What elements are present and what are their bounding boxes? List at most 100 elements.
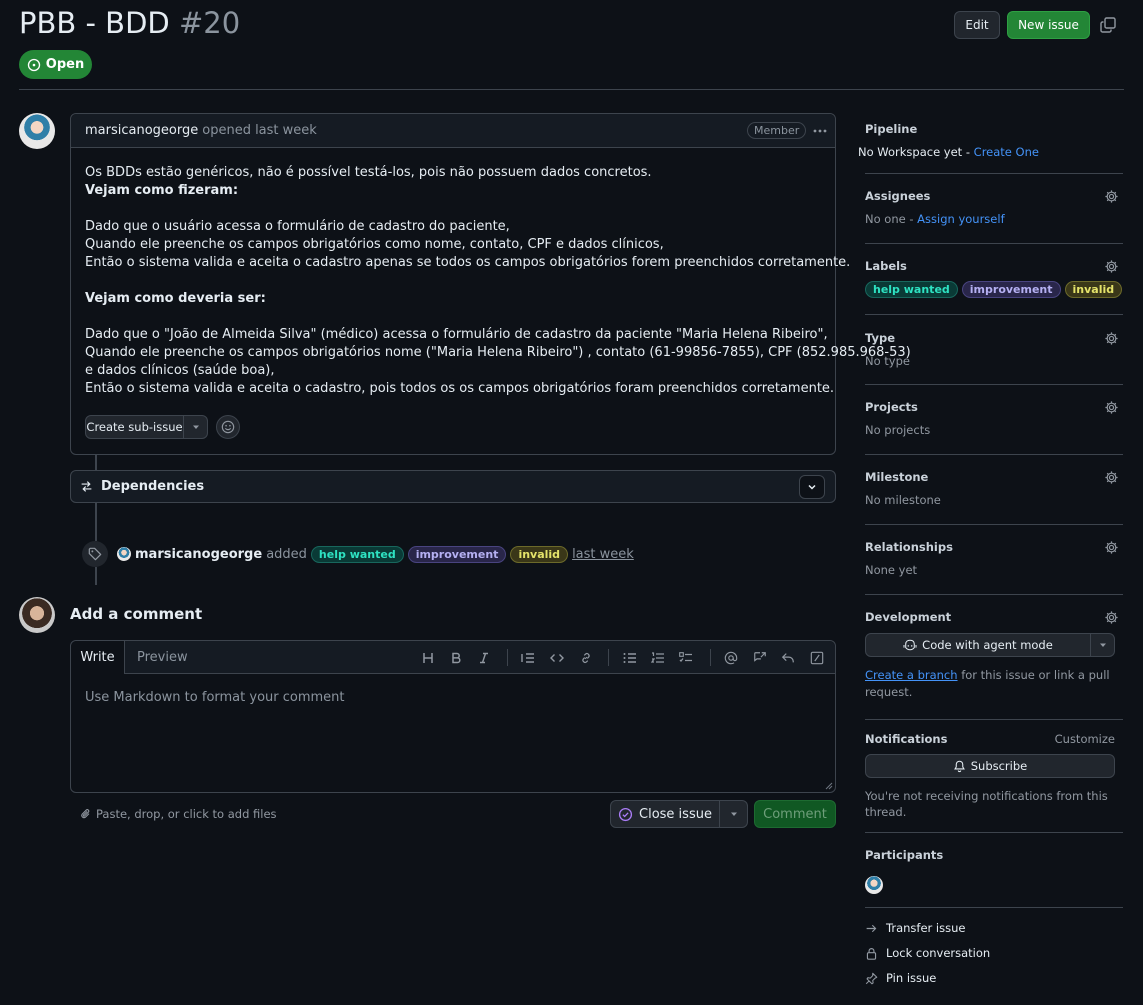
attach-files[interactable]: Paste, drop, or click to add files (80, 807, 277, 821)
create-branch-link[interactable]: Create a branch (865, 668, 958, 682)
sidebar-labels-title[interactable]: Labels (865, 259, 1123, 273)
status-badge-label: Open (45, 57, 85, 72)
dependencies-panel[interactable]: Dependencies (70, 470, 836, 503)
label-improvement[interactable]: improvement (407, 545, 507, 563)
tab-preview[interactable]: Preview (137, 641, 188, 674)
copy-icon[interactable] (1100, 17, 1116, 33)
sidebar-projects-title[interactable]: Projects (865, 400, 1123, 414)
quote-icon[interactable] (520, 650, 536, 666)
transfer-issue-link[interactable]: Transfer issue (865, 921, 965, 935)
sidebar-divider (865, 454, 1123, 455)
avatar[interactable] (19, 597, 55, 633)
label-invalid[interactable]: invalid (1064, 281, 1123, 298)
sidebar-labels: Labels help wanted improvement invalid (865, 259, 1123, 298)
timeline-line (95, 567, 97, 585)
sidebar-projects-value: No projects (865, 423, 931, 437)
sidebar-divider (865, 594, 1123, 595)
sidebar-type-title[interactable]: Type (865, 331, 1123, 345)
bold-icon[interactable] (448, 650, 464, 666)
slash-command-icon[interactable] (809, 650, 825, 666)
attach-files-label: Paste, drop, or click to add files (96, 807, 277, 821)
sidebar-divider (865, 384, 1123, 385)
subscribe-button[interactable]: Subscribe (865, 754, 1115, 778)
event-time[interactable]: last week (572, 547, 634, 562)
label-invalid[interactable]: invalid (510, 545, 569, 563)
close-issue-button[interactable]: Close issue (610, 800, 720, 828)
toolbar-divider (608, 649, 609, 666)
lock-icon (865, 947, 878, 960)
label-improvement[interactable]: improvement (961, 281, 1061, 298)
chevron-down-icon[interactable] (799, 475, 825, 499)
gear-icon[interactable] (1104, 189, 1119, 204)
add-comment-heading: Add a comment (70, 605, 203, 623)
avatar[interactable] (865, 876, 883, 894)
sidebar-divider (865, 314, 1123, 315)
gear-icon[interactable] (1104, 470, 1119, 485)
unordered-list-icon[interactable] (622, 650, 638, 666)
comment-author[interactable]: marsicanogeorge (85, 123, 198, 138)
gear-icon[interactable] (1104, 540, 1119, 555)
tab-write[interactable]: Write (71, 641, 125, 674)
avatar[interactable] (19, 113, 55, 149)
body-line: Dado que o usuário acessa o formulário d… (85, 219, 510, 234)
triangle-down-icon[interactable] (720, 800, 748, 828)
pin-issue-label: Pin issue (886, 971, 937, 985)
triangle-down-icon[interactable] (184, 415, 208, 439)
code-with-agent-button[interactable]: Code with agent mode (865, 633, 1091, 657)
label-event: marsicanogeorge added help wanted improv… (82, 541, 634, 567)
mention-icon[interactable] (723, 650, 739, 666)
role-badge: Member (747, 122, 807, 139)
pin-issue-link[interactable]: Pin issue (865, 971, 936, 985)
sidebar-milestone-title[interactable]: Milestone (865, 470, 1123, 484)
editor-tabs: Write Preview (71, 641, 835, 674)
issue-title-text: PBB - BDD (19, 6, 170, 40)
ordered-list-icon[interactable] (650, 650, 666, 666)
smiley-icon[interactable] (216, 415, 240, 439)
development-note-text-2: request. (865, 685, 913, 699)
comment-meta[interactable]: opened last week (202, 123, 317, 138)
body-line: Então o sistema valida e aceita o cadast… (85, 255, 851, 270)
event-actor[interactable]: marsicanogeorge (135, 547, 262, 562)
gear-icon[interactable] (1104, 610, 1119, 625)
issue-comment: marsicanogeorge opened last week Member … (70, 113, 911, 455)
cross-reference-icon[interactable] (752, 650, 768, 666)
create-sub-issue-group: Create sub-issue (85, 415, 208, 439)
kebab-icon[interactable] (812, 124, 828, 138)
sidebar-divider (865, 719, 1123, 720)
comment-input[interactable]: Use Markdown to format your comment (85, 690, 345, 705)
dependencies-icon (80, 480, 93, 493)
link-icon[interactable] (578, 650, 594, 666)
sidebar-relationships-title[interactable]: Relationships (865, 540, 1123, 554)
gear-icon[interactable] (1104, 400, 1119, 415)
sidebar-participants: Participants (865, 848, 1123, 894)
heading-icon[interactable] (420, 650, 436, 666)
issue-opened-icon (27, 58, 41, 72)
label-help-wanted[interactable]: help wanted (865, 281, 958, 298)
resize-handle-icon[interactable] (825, 782, 833, 790)
sidebar-relationships-value: None yet (865, 563, 918, 577)
timeline-line (95, 503, 97, 541)
code-icon[interactable] (549, 650, 565, 666)
comment-button[interactable]: Comment (754, 800, 836, 828)
assign-yourself-link[interactable]: Assign yourself (917, 212, 1004, 226)
edit-button[interactable]: Edit (954, 11, 1000, 39)
sidebar-relationships: Relationships None yet (865, 540, 1123, 577)
gear-icon[interactable] (1104, 331, 1119, 346)
reply-icon[interactable] (780, 650, 796, 666)
triangle-down-icon[interactable] (1091, 633, 1115, 657)
sidebar-assignees-title[interactable]: Assignees (865, 189, 1123, 203)
customize-link[interactable]: Customize (1055, 732, 1115, 746)
new-issue-button[interactable]: New issue (1007, 11, 1090, 39)
label-help-wanted[interactable]: help wanted (310, 545, 404, 563)
create-one-link[interactable]: Create One (974, 145, 1039, 159)
avatar[interactable] (117, 547, 131, 561)
create-sub-issue-button[interactable]: Create sub-issue (85, 415, 184, 439)
sidebar-development-title[interactable]: Development (865, 610, 1123, 624)
lock-conversation-link[interactable]: Lock conversation (865, 946, 990, 960)
body-line: Os BDDs estão genéricos, não é possível … (85, 165, 652, 180)
italic-icon[interactable] (476, 650, 492, 666)
tasklist-icon[interactable] (678, 650, 694, 666)
comment-header: marsicanogeorge opened last week Member (71, 114, 835, 148)
gear-icon[interactable] (1104, 259, 1119, 274)
header-divider (19, 89, 1124, 90)
